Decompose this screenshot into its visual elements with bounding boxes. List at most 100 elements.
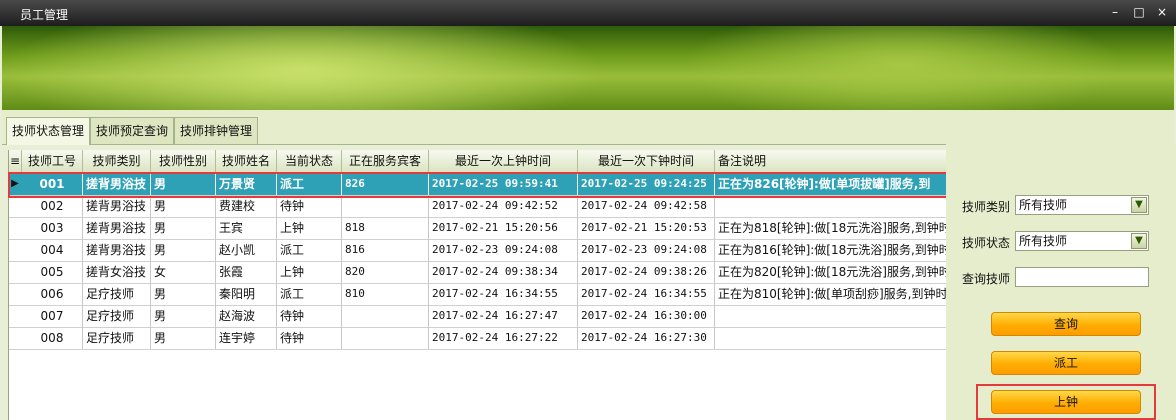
cell-last-on: 2017-02-24 16:27:47 xyxy=(429,305,578,327)
cell-type: 搓背男浴技 xyxy=(83,239,151,261)
col-header-last-on[interactable]: 最近一次上钟时间 xyxy=(429,150,578,172)
cell-last-off: 2017-02-21 15:20:53 xyxy=(578,217,715,239)
cell-name: 连宇婷 xyxy=(216,327,277,349)
col-header-last-off[interactable]: 最近一次下钟时间 xyxy=(578,150,715,172)
col-header-name[interactable]: 技师姓名 xyxy=(216,150,277,172)
cell-note: 正在为810[轮钟]:做[单项刮痧]服务,到钟时 xyxy=(715,283,947,305)
maximize-button[interactable]: □ xyxy=(1130,3,1148,21)
cell-gender: 女 xyxy=(151,261,216,283)
category-value: 所有技师 xyxy=(1019,198,1068,212)
title-bar: 员工管理 – □ × xyxy=(0,0,1176,26)
cell-status: 派工 xyxy=(277,283,342,305)
cell-guest: 820 xyxy=(342,261,429,283)
table-row[interactable]: 008 足疗技师男连宇婷 待钟 2017-02-24 16:27:22 2017-02-… xyxy=(9,327,947,350)
cell-name: 万景贤 xyxy=(216,173,277,195)
close-button[interactable]: × xyxy=(1153,3,1171,21)
cell-id: 002 xyxy=(22,195,83,217)
cell-status: 派工 xyxy=(277,173,342,195)
cell-guest xyxy=(342,195,429,217)
chevron-down-icon[interactable]: ▼ xyxy=(1131,233,1147,249)
cell-note xyxy=(715,305,947,327)
cell-gender: 男 xyxy=(151,239,216,261)
col-header-guest[interactable]: 正在服务宾客 xyxy=(342,150,429,172)
table-header: ≡ 技师工号 技师类别 技师性别 技师姓名 当前状态 正在服务宾客 最近一次上钟… xyxy=(9,150,947,173)
cell-last-off: 2017-02-25 09:24:25 xyxy=(578,173,715,195)
cell-last-off: 2017-02-24 09:42:58 xyxy=(578,195,715,217)
cell-note xyxy=(715,327,947,349)
column-menu-icon[interactable]: ≡ xyxy=(10,154,20,168)
cell-id: 003 xyxy=(22,217,83,239)
cell-id: 007 xyxy=(22,305,83,327)
col-header-status[interactable]: 当前状态 xyxy=(277,150,342,172)
cell-type: 足疗技师 xyxy=(83,305,151,327)
col-header-note[interactable]: 备注说明 xyxy=(715,150,947,172)
cell-type: 搓背女浴技 xyxy=(83,261,151,283)
cell-type: 足疗技师 xyxy=(83,327,151,349)
tab-reservation-query[interactable]: 技师预定查询 xyxy=(90,117,175,144)
cell-guest: 818 xyxy=(342,217,429,239)
cell-note: 正在为820[轮钟]:做[18元洗浴]服务,到钟时 xyxy=(715,261,947,283)
cell-last-on: 2017-02-24 09:38:34 xyxy=(429,261,578,283)
cell-id: 001 xyxy=(22,173,83,195)
status-label: 技师状态 xyxy=(962,236,1011,250)
technician-table: ≡ 技师工号 技师类别 技师性别 技师姓名 当前状态 正在服务宾客 最近一次上钟… xyxy=(8,150,947,420)
cell-id: 006 xyxy=(22,283,83,305)
col-header-gender[interactable]: 技师性别 xyxy=(151,150,216,172)
cell-status: 上钟 xyxy=(277,217,342,239)
cell-type: 足疗技师 xyxy=(83,283,151,305)
cell-last-on: 2017-02-24 09:42:52 xyxy=(429,195,578,217)
cell-note: 正在为816[轮钟]:做[18元洗浴]服务,到钟时 xyxy=(715,239,947,261)
current-row-indicator-icon: ▶ xyxy=(11,178,19,189)
query-input[interactable] xyxy=(1015,267,1149,287)
cell-name: 费建校 xyxy=(216,195,277,217)
table-row[interactable]: 005 搓背女浴技女张霞 上钟 820 2017-02-24 09:38:34 2017-… xyxy=(9,261,947,284)
cell-name: 赵小凯 xyxy=(216,239,277,261)
table-row[interactable]: 002 搓背男浴技男费建校 待钟 2017-02-24 09:42:52 2017-02… xyxy=(9,195,947,218)
cell-last-on: 2017-02-23 09:24:08 xyxy=(429,239,578,261)
tab-bar: 技师状态管理 技师预定查询 技师排钟管理 xyxy=(2,110,1174,145)
cell-name: 张霞 xyxy=(216,261,277,283)
table-row[interactable]: 004 搓背男浴技男赵小凯 派工 816 2017-02-23 09:24:08 2017… xyxy=(9,239,947,262)
banner-image xyxy=(2,26,1174,110)
cell-name: 王宾 xyxy=(216,217,277,239)
cell-note: 正在为826[轮钟]:做[单项拔罐]服务,到 xyxy=(715,173,947,195)
row-indicator xyxy=(9,195,21,217)
cell-last-off: 2017-02-24 16:34:55 xyxy=(578,283,715,305)
row-indicator xyxy=(9,305,21,327)
query-label: 查询技师 xyxy=(962,272,1011,286)
col-header-id[interactable]: 技师工号 xyxy=(22,150,83,172)
cell-gender: 男 xyxy=(151,173,216,195)
category-select[interactable]: 所有技师 ▼ xyxy=(1015,195,1149,215)
query-button[interactable]: 查询 xyxy=(991,312,1141,336)
cell-gender: 男 xyxy=(151,195,216,217)
cell-gender: 男 xyxy=(151,283,216,305)
table-row[interactable]: ▶ 001 搓背男浴技男万景贤 派工 826 2017-02-25 09:59:41 201… xyxy=(9,173,947,196)
cell-status: 待钟 xyxy=(277,327,342,349)
status-value: 所有技师 xyxy=(1019,234,1068,248)
cell-name: 秦阳明 xyxy=(216,283,277,305)
table-row[interactable]: 003 搓背男浴技男王宾 上钟 818 2017-02-21 15:20:56 2017-… xyxy=(9,217,947,240)
row-indicator xyxy=(9,239,21,261)
row-indicator xyxy=(9,261,21,283)
cell-status: 待钟 xyxy=(277,305,342,327)
cell-gender: 男 xyxy=(151,327,216,349)
minimize-button[interactable]: – xyxy=(1106,3,1124,21)
table-row[interactable]: 006 足疗技师男秦阳明 派工 810 2017-02-24 16:34:55 2017-… xyxy=(9,283,947,306)
dispatch-button[interactable]: 派工 xyxy=(991,351,1141,375)
filter-panel: 技师类别 所有技师 ▼ 技师状态 所有技师 ▼ 查询技师 查询 派工 上钟 xyxy=(946,144,1176,420)
cell-id: 008 xyxy=(22,327,83,349)
chevron-down-icon[interactable]: ▼ xyxy=(1131,197,1147,213)
cell-last-off: 2017-02-24 16:27:30 xyxy=(578,327,715,349)
cell-note: 正在为818[轮钟]:做[18元洗浴]服务,到钟时 xyxy=(715,217,947,239)
tab-schedule-management[interactable]: 技师排钟管理 xyxy=(174,117,259,144)
tab-status-management[interactable]: 技师状态管理 xyxy=(6,117,91,145)
cell-status: 待钟 xyxy=(277,195,342,217)
cell-name: 赵海波 xyxy=(216,305,277,327)
cell-gender: 男 xyxy=(151,217,216,239)
cell-id: 004 xyxy=(22,239,83,261)
col-header-type[interactable]: 技师类别 xyxy=(83,150,151,172)
cell-gender: 男 xyxy=(151,305,216,327)
table-row[interactable]: 007 足疗技师男赵海波 待钟 2017-02-24 16:27:47 2017-02-… xyxy=(9,305,947,328)
status-select[interactable]: 所有技师 ▼ xyxy=(1015,231,1149,251)
cell-last-on: 2017-02-21 15:20:56 xyxy=(429,217,578,239)
